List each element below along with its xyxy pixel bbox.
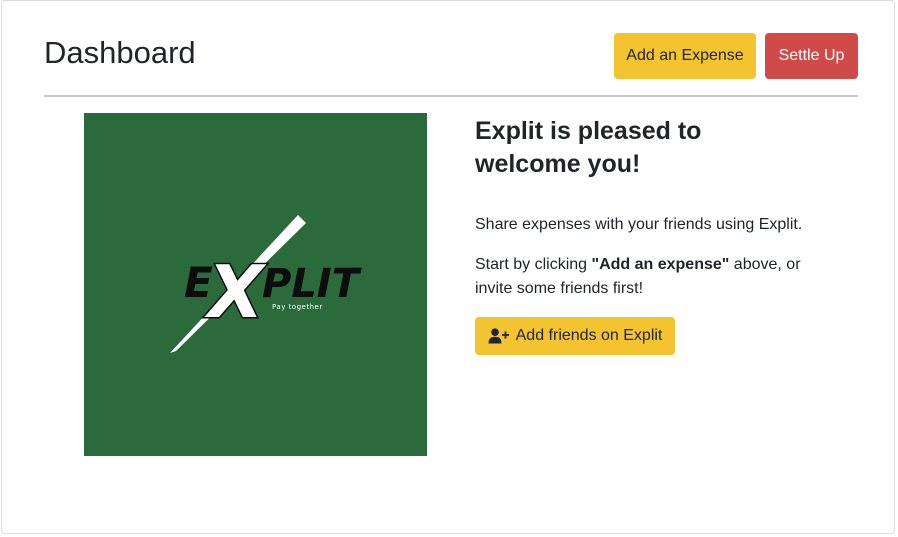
- logo-letters-plit: PLIT: [262, 261, 362, 307]
- page-title: Dashboard: [44, 35, 196, 70]
- instruction-bold: "Add an expense": [591, 256, 730, 273]
- header-divider: [44, 95, 858, 97]
- instruction-text: Start by clicking "Add an expense" above…: [475, 253, 835, 301]
- add-friends-label: Add friends on Explit: [515, 327, 663, 344]
- dashboard-card: Dashboard Add an Expense Settle Up E X P…: [1, 0, 895, 534]
- logo-tagline: Pay together: [272, 303, 323, 311]
- welcome-title: Explit is pleased to welcome you!: [475, 117, 702, 178]
- explit-logo: E X PLIT Pay together: [84, 113, 427, 456]
- explit-logo-graphic: E X PLIT Pay together: [170, 215, 362, 353]
- intro-text: Share expenses with your friends using E…: [475, 216, 803, 233]
- settle-up-button[interactable]: Settle Up: [765, 33, 858, 79]
- add-friends-button[interactable]: Add friends on Explit: [475, 317, 675, 355]
- user-plus-icon: [488, 328, 509, 344]
- logo-letter-x: X: [204, 250, 267, 334]
- add-expense-button[interactable]: Add an Expense: [614, 33, 756, 79]
- instruction-prefix: Start by clicking: [475, 256, 592, 273]
